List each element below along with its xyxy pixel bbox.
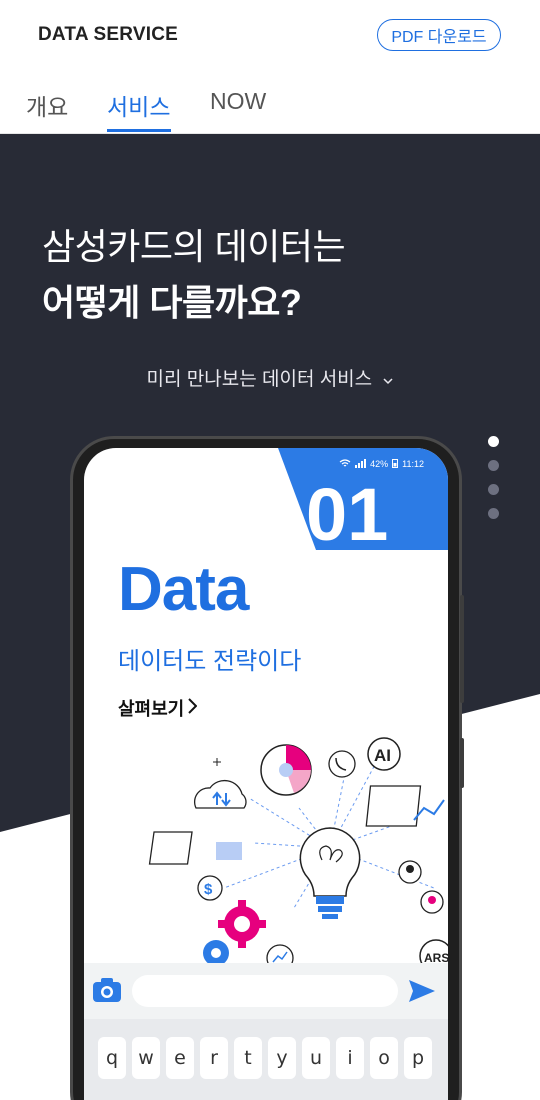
hero-heading-line1: 삼성카드의 데이터는: [42, 226, 346, 267]
tab-bar: 개요 서비스 NOW: [0, 70, 540, 134]
dollar-icon: $: [197, 875, 223, 901]
carousel-dots: [488, 436, 499, 532]
top-header: DATA SERVICE PDF 다운로드: [0, 0, 540, 70]
key[interactable]: o: [370, 1037, 398, 1079]
key[interactable]: r: [200, 1037, 228, 1079]
carousel-dot[interactable]: [488, 436, 499, 447]
phone-side-button: [460, 738, 464, 788]
keyboard-row: q w e r t y u i o p: [98, 1037, 432, 1079]
phone-call-icon: [328, 750, 356, 778]
slide-subtitle: 데이터도 전략이다: [118, 648, 302, 675]
lightbulb-icon: [299, 827, 361, 919]
page: DATA SERVICE PDF 다운로드 개요 서비스 NOW 삼성카드의 데…: [0, 0, 540, 1100]
tab-now[interactable]: NOW: [210, 88, 266, 115]
pdf-download-button[interactable]: PDF 다운로드: [377, 19, 501, 51]
chevron-down-icon: [383, 369, 393, 391]
cloud-sync-icon: [193, 779, 247, 809]
active-tab-indicator: [107, 129, 171, 132]
user-avatar-icon: [420, 890, 444, 914]
look-around-link[interactable]: 살펴보기: [118, 695, 198, 721]
camera-icon[interactable]: [92, 977, 122, 1008]
look-around-label: 살펴보기: [118, 699, 185, 719]
status-bar: 42% 11:12: [339, 458, 424, 470]
carousel-dot[interactable]: [488, 460, 499, 471]
key[interactable]: i: [336, 1037, 364, 1079]
key[interactable]: w: [132, 1037, 160, 1079]
pie-chart-icon: [260, 744, 312, 796]
preview-service-link[interactable]: 미리 만나보는 데이터 서비스: [0, 364, 540, 391]
key[interactable]: p: [404, 1037, 432, 1079]
hero-heading-line2: 어떻게 다를까요?: [42, 282, 302, 323]
send-icon[interactable]: [408, 979, 436, 1008]
tab-overview[interactable]: 개요: [26, 88, 68, 122]
battery-icon: [392, 458, 399, 470]
gear-icon: [218, 900, 266, 948]
key[interactable]: e: [166, 1037, 194, 1079]
calendar-icon: [148, 831, 242, 865]
preview-service-label: 미리 만나보는 데이터 서비스: [146, 369, 373, 390]
status-time: 11:12: [402, 459, 424, 469]
ai-icon: AI: [367, 737, 401, 771]
key[interactable]: y: [268, 1037, 296, 1079]
slide-title: Data: [118, 555, 249, 624]
message-input[interactable]: [132, 975, 398, 1007]
battery-percent: 42%: [370, 459, 389, 469]
user-avatar-icon: [398, 860, 422, 884]
dashboard-chart-icon: [365, 785, 445, 827]
slide-number: 01: [306, 473, 388, 556]
svg-text:$: $: [204, 881, 213, 898]
svg-text:AI: AI: [374, 746, 391, 765]
chevron-right-icon: [188, 697, 198, 719]
brand-title: DATA SERVICE: [38, 24, 178, 45]
message-input-bar: [84, 963, 448, 1019]
virtual-keyboard: q w e r t y u i o p: [84, 963, 448, 1100]
signal-icon: [355, 458, 367, 470]
key[interactable]: q: [98, 1037, 126, 1079]
carousel-dot[interactable]: [488, 484, 499, 495]
carousel-dot[interactable]: [488, 508, 499, 519]
wifi-icon: [339, 458, 351, 470]
tab-service[interactable]: 서비스: [107, 88, 170, 122]
phone-side-button: [460, 595, 464, 703]
key[interactable]: u: [302, 1037, 330, 1079]
key[interactable]: t: [234, 1037, 262, 1079]
